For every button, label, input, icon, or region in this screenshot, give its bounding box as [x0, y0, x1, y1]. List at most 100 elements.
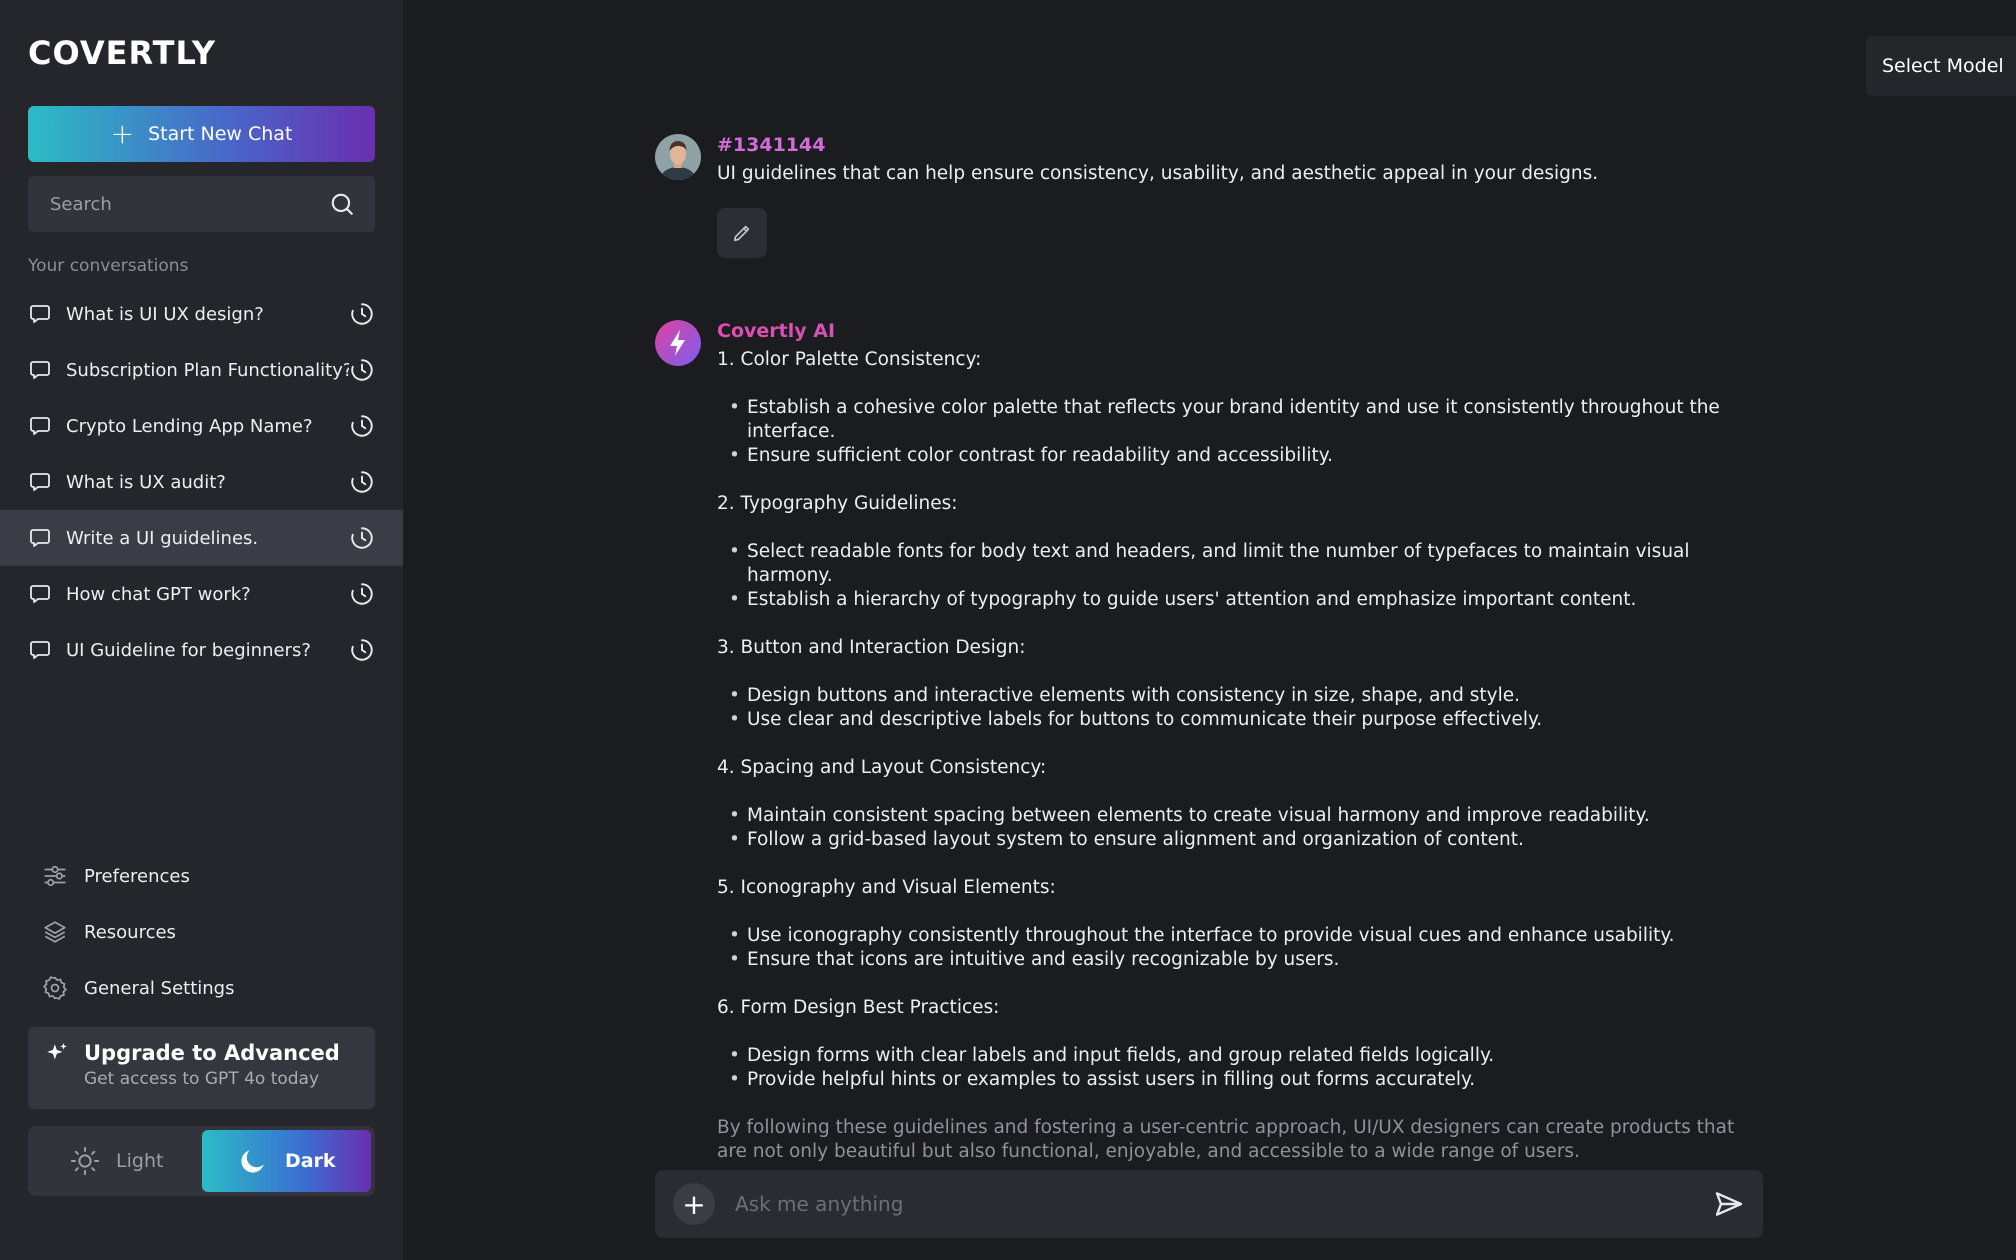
- bullet-item: Select readable fonts for body text and …: [729, 540, 1767, 588]
- bullet-list: Use iconography consistently throughout …: [717, 924, 1767, 972]
- bullet-item: Maintain consistent spacing between elem…: [729, 804, 1767, 828]
- sun-icon: [70, 1146, 100, 1176]
- section-title: 1. Color Palette Consistency:: [717, 349, 982, 370]
- bullet-item: Establish a hierarchy of typography to g…: [729, 588, 1767, 612]
- conversation-label: How chat GPT work?: [66, 583, 251, 605]
- search-input[interactable]: [50, 193, 329, 215]
- conversation-label: Subscription Plan Functionality?: [66, 359, 349, 381]
- avatar: [655, 134, 701, 180]
- menu-item-label: Preferences: [84, 865, 190, 887]
- composer: +: [655, 1170, 1763, 1238]
- section-title: 2. Typography Guidelines:: [717, 493, 958, 514]
- start-new-chat-button[interactable]: + Start New Chat: [28, 106, 375, 162]
- bullet-item: Establish a cohesive color palette that …: [729, 396, 1767, 444]
- history-icon[interactable]: [349, 637, 375, 663]
- history-icon[interactable]: [349, 581, 375, 607]
- select-model-dropdown[interactable]: Select Model: [1866, 36, 2016, 96]
- bullet-list: Establish a cohesive color palette that …: [717, 396, 1767, 468]
- sidebar-menu: Preferences Resources General Settings: [28, 848, 375, 1016]
- bullet-item: Ensure that icons are intuitive and easi…: [729, 948, 1767, 972]
- menu-item-label: General Settings: [84, 977, 235, 999]
- bullet-list: Design buttons and interactive elements …: [717, 684, 1767, 732]
- plus-icon: +: [110, 117, 135, 150]
- history-icon[interactable]: [349, 301, 375, 327]
- section-title: 4. Spacing and Layout Consistency:: [717, 757, 1047, 778]
- menu-item-resources[interactable]: Resources: [28, 904, 375, 960]
- conversation-label: Write a UI guidelines.: [66, 527, 259, 549]
- theme-light-option[interactable]: Light: [32, 1130, 202, 1192]
- upgrade-card[interactable]: Upgrade to Advanced Get access to GPT 4o…: [28, 1027, 375, 1109]
- app: COVERTLY + Start New Chat Your conversat…: [0, 0, 2016, 1260]
- attach-button[interactable]: +: [673, 1183, 715, 1225]
- bullet-item: Ensure sufficient color contrast for rea…: [729, 444, 1767, 468]
- chat-bubble-icon: [30, 305, 50, 323]
- sidebar: COVERTLY + Start New Chat Your conversat…: [0, 0, 403, 1260]
- section-title: 3. Button and Interaction Design:: [717, 637, 1026, 658]
- bullet-list: Maintain consistent spacing between elem…: [717, 804, 1767, 852]
- logo: COVERTLY: [28, 34, 217, 72]
- section-title: 5. Iconography and Visual Elements:: [717, 877, 1056, 898]
- search-box: [28, 176, 375, 232]
- history-icon[interactable]: [349, 469, 375, 495]
- bullet-item: Provide helpful hints or examples to ass…: [729, 1068, 1767, 1092]
- layers-icon: [44, 921, 66, 943]
- conversation-list: What is UI UX design? Subscription Plan F…: [0, 286, 403, 678]
- conversation-item[interactable]: What is UX audit?: [0, 454, 403, 510]
- theme-dark-option[interactable]: Dark: [201, 1130, 371, 1192]
- conversations-heading: Your conversations: [28, 256, 189, 276]
- conversation-item[interactable]: What is UI UX design?: [0, 286, 403, 342]
- select-model-label: Select Model: [1882, 55, 2004, 77]
- history-icon[interactable]: [349, 413, 375, 439]
- ai-name: Covertly AI: [717, 320, 1767, 342]
- conversation-item[interactable]: UI Guideline for beginners?: [0, 622, 403, 678]
- sliders-icon: [44, 865, 66, 887]
- ai-closing-text: By following these guidelines and foster…: [717, 1117, 1735, 1162]
- chat-bubble-icon: [30, 361, 50, 379]
- bullet-list: Select readable fonts for body text and …: [717, 540, 1767, 612]
- upgrade-subtitle: Get access to GPT 4o today: [84, 1069, 320, 1089]
- conversation-item[interactable]: Write a UI guidelines.: [0, 510, 403, 566]
- bullet-item: Design buttons and interactive elements …: [729, 684, 1767, 708]
- message-input[interactable]: [735, 1192, 1713, 1216]
- ai-message-content: 1. Color Palette Consistency: Establish a…: [717, 348, 1767, 1092]
- menu-item-general-settings[interactable]: General Settings: [28, 960, 375, 1016]
- menu-item-preferences[interactable]: Preferences: [28, 848, 375, 904]
- conversation-item[interactable]: Subscription Plan Functionality?: [0, 342, 403, 398]
- theme-toggle: Light Dark: [28, 1126, 375, 1196]
- conversation-label: What is UX audit?: [66, 471, 226, 493]
- plus-icon: +: [682, 1187, 706, 1221]
- send-icon[interactable]: [1713, 1188, 1745, 1220]
- section-title: 6. Form Design Best Practices:: [717, 997, 1000, 1018]
- menu-item-label: Resources: [84, 921, 176, 943]
- user-message-body: #1341144 UI guidelines that can help ens…: [717, 134, 1767, 258]
- user-message-text: UI guidelines that can help ensure consi…: [717, 163, 1599, 184]
- conversation-item[interactable]: How chat GPT work?: [0, 566, 403, 622]
- conversation-label: UI Guideline for beginners?: [66, 639, 311, 661]
- bullet-item: Design forms with clear labels and input…: [729, 1044, 1767, 1068]
- bullet-item: Follow a grid-based layout system to ens…: [729, 828, 1767, 852]
- history-icon[interactable]: [349, 525, 375, 551]
- pencil-icon: [733, 225, 750, 242]
- history-icon[interactable]: [349, 357, 375, 383]
- upgrade-title: Upgrade to Advanced: [84, 1041, 340, 1065]
- conversation-label: Crypto Lending App Name?: [66, 415, 313, 437]
- bullet-list: Design forms with clear labels and input…: [717, 1044, 1767, 1092]
- sparkles-icon: [47, 1043, 67, 1060]
- theme-dark-label: Dark: [284, 1150, 336, 1172]
- bullet-item: Use iconography consistently throughout …: [729, 924, 1767, 948]
- conversation-item[interactable]: Crypto Lending App Name?: [0, 398, 403, 454]
- chat-bubble-icon: [30, 417, 50, 435]
- theme-light-label: Light: [116, 1150, 164, 1172]
- chat-bubble-icon: [30, 585, 50, 603]
- gear-icon: [42, 976, 68, 1000]
- ai-message-body: Covertly AI 1. Color Palette Consistency…: [717, 320, 1767, 1164]
- user-name: #1341144: [717, 134, 826, 156]
- chat-bubble-icon: [30, 473, 50, 491]
- chat-bubble-icon: [30, 529, 50, 547]
- conversation-label: What is UI UX design?: [66, 303, 264, 325]
- ai-avatar: [655, 320, 701, 366]
- search-icon[interactable]: [329, 191, 355, 217]
- start-new-chat-label: Start New Chat: [148, 123, 293, 145]
- edit-message-button[interactable]: [717, 208, 767, 258]
- chat-bubble-icon: [30, 641, 50, 659]
